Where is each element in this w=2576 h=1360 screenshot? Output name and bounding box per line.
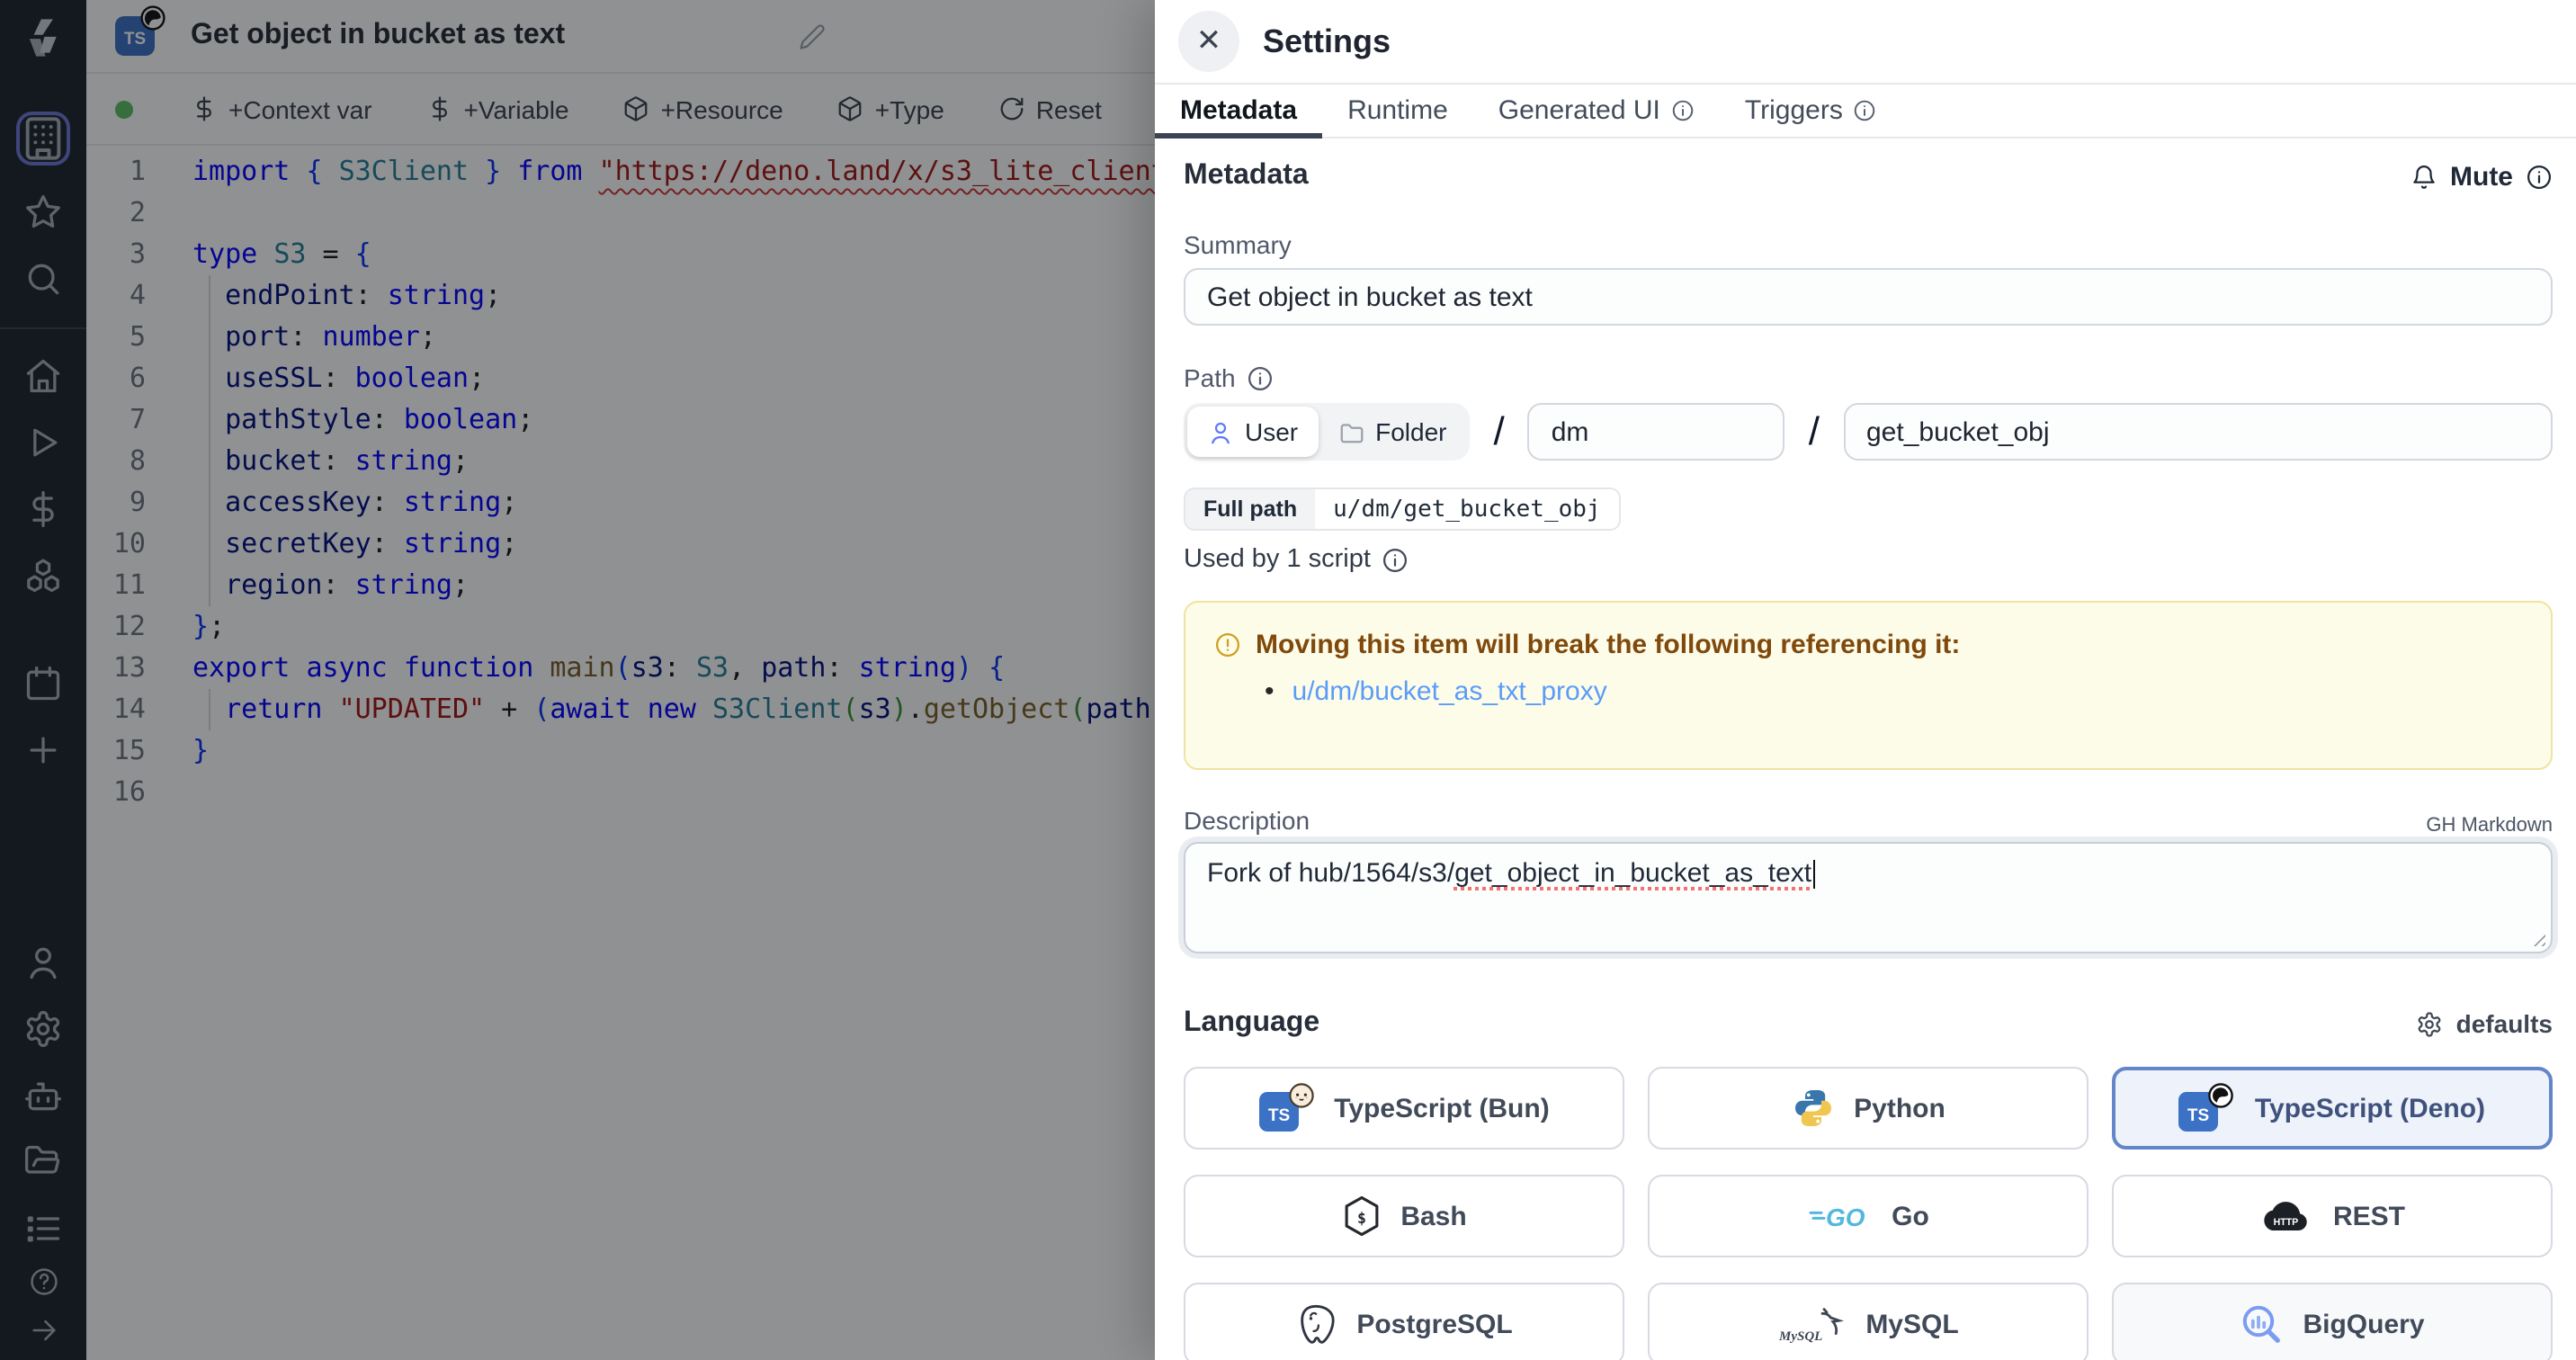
markdown-hint: GH Markdown <box>2426 815 2553 837</box>
info-icon <box>1854 99 1877 122</box>
info-icon[interactable] <box>1382 546 1409 573</box>
warning-title: Moving this item will break the followin… <box>1256 630 1960 660</box>
language-option-bigquery[interactable]: BigQuery <box>2112 1283 2553 1360</box>
drawer-title: Settings <box>1263 22 1391 60</box>
bell-icon <box>2411 163 2437 190</box>
drawer-header: ✕ Settings <box>1155 0 2576 85</box>
language-heading: Language <box>1184 1007 1319 1040</box>
referencing-script-link[interactable]: u/dm/bucket_as_txt_proxy <box>1292 676 1607 707</box>
settings-tabs: MetadataRuntimeGenerated UITriggers <box>1155 85 2576 139</box>
language-option-python[interactable]: Python <box>1648 1067 2089 1150</box>
rest-icon: HTTP <box>2259 1197 2313 1235</box>
metadata-heading: Metadata <box>1184 160 1309 192</box>
language-option-mysql[interactable]: MySQLMySQL <box>1648 1283 2089 1360</box>
bash-icon: $ <box>1341 1194 1381 1238</box>
mute-label: Mute <box>2450 161 2513 192</box>
tab-generated-ui[interactable]: Generated UI <box>1473 85 1720 137</box>
svg-text:MySQL: MySQL <box>1778 1329 1822 1343</box>
path-name-input[interactable] <box>1843 403 2553 461</box>
language-option-typescript-bun-[interactable]: TSTypeScript (Bun) <box>1184 1067 1624 1150</box>
settings-drawer: ✕ Settings MetadataRuntimeGenerated UITr… <box>1155 0 2576 1360</box>
svg-text:$: $ <box>1356 1210 1365 1227</box>
ts-deno-icon: TS <box>2179 1083 2235 1133</box>
ts-bun-icon: TS <box>1258 1083 1314 1133</box>
postgresql-icon <box>1295 1302 1337 1347</box>
language-option-bash[interactable]: $Bash <box>1184 1175 1624 1257</box>
resize-handle[interactable] <box>2529 930 2545 946</box>
bigquery-icon <box>2240 1302 2283 1346</box>
summary-label: Summary <box>1184 228 2553 261</box>
mute-button[interactable]: Mute <box>2411 161 2553 192</box>
path-row: User Folder / / <box>1184 403 2553 461</box>
language-grid: TSTypeScript (Bun) Python TSTypeScript (De… <box>1184 1067 2553 1360</box>
app-window: TS Get object in bucket as text +Context… <box>0 0 2576 1360</box>
language-defaults-button[interactable]: defaults <box>2417 1009 2553 1038</box>
owner-toggle: User Folder <box>1184 403 1471 461</box>
alert-icon <box>1214 631 1241 658</box>
close-icon: ✕ <box>1196 23 1222 59</box>
close-button[interactable]: ✕ <box>1178 11 1239 72</box>
info-icon <box>1671 99 1695 122</box>
owner-toggle-user[interactable]: User <box>1187 407 1318 457</box>
path-label: Path <box>1184 362 2553 394</box>
description-label: Description <box>1184 804 1310 837</box>
svg-text:TS: TS <box>2188 1106 2210 1125</box>
settings-body: Metadata Mute Summary Path User <box>1155 139 2576 1360</box>
path-separator: / <box>1809 408 1820 455</box>
svg-text:TS: TS <box>1267 1106 1289 1125</box>
modal-dim-overlay[interactable] <box>0 0 1155 1360</box>
full-path-label: Full path <box>1185 489 1315 529</box>
full-path-value: u/dm/get_bucket_obj <box>1315 489 1618 529</box>
move-warning-box: Moving this item will break the followin… <box>1184 601 2553 770</box>
text-caret <box>1813 860 1815 889</box>
path-separator: / <box>1494 408 1505 455</box>
tab-runtime[interactable]: Runtime <box>1322 85 1473 137</box>
owner-toggle-folder[interactable]: Folder <box>1318 407 1466 457</box>
language-option-rest[interactable]: HTTPREST <box>2112 1175 2553 1257</box>
description-textarea[interactable]: Fork of hub/1564/s3/get_object_in_bucket… <box>1184 842 2553 953</box>
language-option-go[interactable]: GOGo <box>1648 1175 2089 1257</box>
tab-triggers[interactable]: Triggers <box>1720 85 1902 137</box>
svg-text:HTTP: HTTP <box>2274 1216 2299 1227</box>
gear-icon <box>2417 1010 2444 1037</box>
language-option-postgresql[interactable]: PostgreSQL <box>1184 1283 1624 1360</box>
folder-icon <box>1337 418 1364 445</box>
svg-text:GO: GO <box>1825 1203 1865 1231</box>
python-icon <box>1791 1087 1834 1130</box>
full-path-badge: Full path u/dm/get_bucket_obj <box>1184 488 1621 531</box>
user-icon <box>1207 418 1234 445</box>
go-icon: GO <box>1807 1198 1872 1234</box>
summary-input[interactable] <box>1184 268 2553 326</box>
tab-metadata[interactable]: Metadata <box>1155 85 1322 137</box>
used-by-row: Used by 1 script <box>1184 543 2553 576</box>
info-icon[interactable] <box>2526 163 2553 190</box>
language-option-typescript-deno-[interactable]: TSTypeScript (Deno) <box>2112 1067 2553 1150</box>
info-icon[interactable] <box>1247 364 1274 391</box>
mysql-icon: MySQL <box>1777 1303 1846 1345</box>
path-owner-input[interactable] <box>1528 403 1785 461</box>
